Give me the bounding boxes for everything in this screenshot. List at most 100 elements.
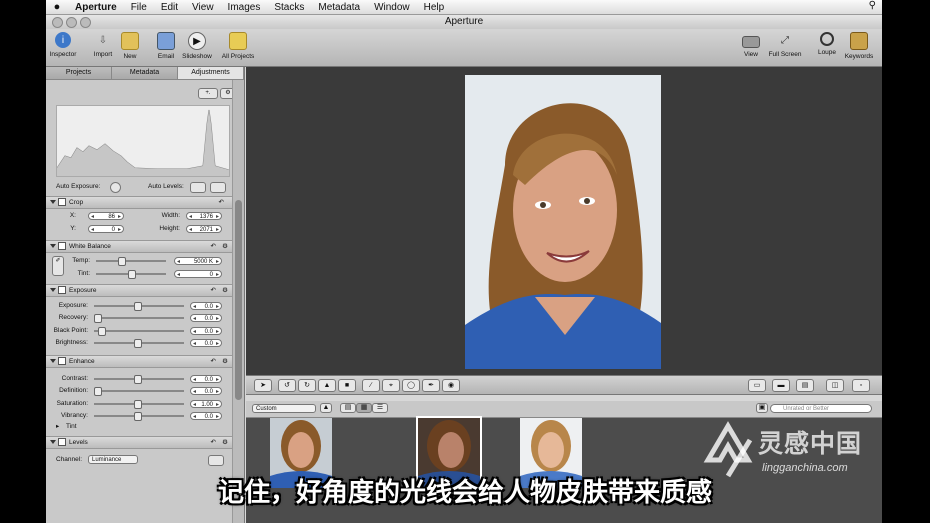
tint-slider[interactable] <box>96 270 166 279</box>
inspector-button[interactable]: i Inspector <box>48 32 78 58</box>
close-window-button[interactable] <box>52 17 63 28</box>
enhance-header[interactable]: Enhance ↶ ⚙ <box>46 355 232 368</box>
crop-height-field[interactable]: 2071 <box>186 225 222 234</box>
crop-header[interactable]: Crop ↶ <box>46 196 232 209</box>
slider-knob[interactable] <box>98 327 106 336</box>
black-point-field[interactable]: 0.0 <box>190 327 222 336</box>
temp-slider[interactable] <box>96 257 166 266</box>
tab-adjustments[interactable]: Adjustments <box>178 67 244 79</box>
add-adjustment-button[interactable]: +. <box>198 88 218 99</box>
straighten-tool-icon[interactable]: ∕ <box>362 379 380 392</box>
filmstrip-view-icon[interactable]: ▫ <box>852 379 870 392</box>
keywords-button[interactable]: Keywords <box>842 32 876 60</box>
levels-options-button[interactable] <box>208 455 224 466</box>
zoom-window-button[interactable] <box>80 17 91 28</box>
gear-icon[interactable]: ⚙ <box>222 241 228 252</box>
slider-knob[interactable] <box>94 314 102 323</box>
portrait-photo[interactable] <box>465 75 661 369</box>
filter-hud-icon[interactable]: ▣ <box>756 403 768 413</box>
slider-knob[interactable] <box>134 412 142 421</box>
brightness-field[interactable]: 0.0 <box>190 339 222 348</box>
reset-icon[interactable]: ↶ <box>211 285 216 296</box>
disclosure-triangle-icon[interactable] <box>50 244 56 249</box>
gear-icon[interactable]: ⚙ <box>222 356 228 367</box>
select-tool-icon[interactable]: ➤ <box>254 379 272 392</box>
tab-metadata[interactable]: Metadata <box>112 67 178 79</box>
rotate-right-icon[interactable]: ↻ <box>298 379 316 392</box>
menu-edit[interactable]: Edit <box>154 2 185 13</box>
slider-knob[interactable] <box>134 375 142 384</box>
menu-metadata[interactable]: Metadata <box>311 2 367 13</box>
eye-tool-icon[interactable]: ◉ <box>442 379 460 392</box>
full-screen-button[interactable]: ⤢ Full Screen <box>766 32 804 59</box>
spotlight-search-icon[interactable]: ⚲ <box>869 0 876 11</box>
scrollbar-thumb[interactable] <box>235 200 242 400</box>
slider-knob[interactable] <box>134 400 142 409</box>
reset-icon[interactable]: ↶ <box>219 197 224 208</box>
exposure-field[interactable]: 0.0 <box>190 302 222 311</box>
temp-field[interactable]: 5000 K <box>174 257 222 266</box>
inspector-scrollbar[interactable] <box>232 80 244 523</box>
menu-file[interactable]: File <box>124 2 154 13</box>
definition-field[interactable]: 0.0 <box>190 387 222 396</box>
lift-tool-icon[interactable]: ▲ <box>318 379 336 392</box>
auto-levels-luminance-button[interactable] <box>190 182 206 193</box>
sort-select[interactable]: Custom <box>252 404 316 413</box>
disclosure-triangle-icon[interactable] <box>50 200 56 205</box>
stamp-tool-icon[interactable]: ■ <box>338 379 356 392</box>
levels-header[interactable]: Levels ↶ ⚙ <box>46 436 232 449</box>
view-button[interactable]: View <box>740 32 762 58</box>
split-view-icon[interactable]: ▬ <box>772 379 790 392</box>
multi-view-icon[interactable]: ◫ <box>826 379 844 392</box>
crop-x-field[interactable]: 86 <box>88 212 124 221</box>
slider-knob[interactable] <box>128 270 136 279</box>
rotate-left-icon[interactable]: ↺ <box>278 379 296 392</box>
exposure-header[interactable]: Exposure ↶ ⚙ <box>46 284 232 297</box>
tab-projects[interactable]: Projects <box>46 67 112 79</box>
saturation-field[interactable]: 1.00 <box>190 400 222 409</box>
enhance-checkbox[interactable] <box>58 356 66 365</box>
slideshow-button[interactable]: ▶ Slideshow <box>180 32 214 60</box>
contrast-slider[interactable] <box>94 375 184 384</box>
slider-knob[interactable] <box>134 302 142 311</box>
menu-window[interactable]: Window <box>367 2 417 13</box>
vibrancy-field[interactable]: 0.0 <box>190 412 222 421</box>
all-projects-button[interactable]: All Projects <box>218 32 258 60</box>
disclosure-triangle-icon[interactable] <box>50 359 56 364</box>
gear-icon[interactable]: ⚙ <box>222 285 228 296</box>
minimize-window-button[interactable] <box>66 17 77 28</box>
definition-slider[interactable] <box>94 387 184 396</box>
disclosure-triangle-icon[interactable] <box>50 440 56 445</box>
levels-checkbox[interactable] <box>58 437 66 446</box>
vibrancy-slider[interactable] <box>94 412 184 421</box>
loupe-button[interactable]: Loupe <box>816 32 838 56</box>
recovery-field[interactable]: 0.0 <box>190 314 222 323</box>
tint-disclosure-row[interactable]: ▸ Tint <box>50 421 230 433</box>
disclosure-triangle-right-icon[interactable]: ▸ <box>56 421 59 433</box>
gear-icon[interactable]: ⚙ <box>222 437 228 448</box>
browser-view-icon[interactable]: ▤ <box>796 379 814 392</box>
auto-levels-rgb-button[interactable] <box>210 182 226 193</box>
crop-width-field[interactable]: 1376 <box>186 212 222 221</box>
filter-search-input[interactable]: Unrated or Better <box>770 404 872 413</box>
crop-tool-icon[interactable]: ⌖ <box>382 379 400 392</box>
crop-y-field[interactable]: 0 <box>88 225 124 234</box>
menu-help[interactable]: Help <box>417 2 452 13</box>
exposure-slider[interactable] <box>94 302 184 311</box>
viewer-mode-icon[interactable]: ▭ <box>748 379 766 392</box>
recovery-slider[interactable] <box>94 314 184 323</box>
saturation-slider[interactable] <box>94 400 184 409</box>
slider-knob[interactable] <box>134 339 142 348</box>
auto-exposure-button[interactable] <box>110 182 121 193</box>
menu-view[interactable]: View <box>185 2 221 13</box>
white-balance-header[interactable]: White Balance ↶ ⚙ <box>46 240 232 253</box>
list-view-icon[interactable]: ▤ <box>340 403 356 413</box>
redeye-tool-icon[interactable]: ◯ <box>402 379 420 392</box>
brightness-slider[interactable] <box>94 339 184 348</box>
menu-images[interactable]: Images <box>221 2 268 13</box>
white-balance-checkbox[interactable] <box>58 241 66 250</box>
crop-checkbox[interactable] <box>58 197 66 206</box>
grid-view-icon[interactable]: ▦ <box>356 403 372 413</box>
exposure-checkbox[interactable] <box>58 285 66 294</box>
slider-knob[interactable] <box>94 387 102 396</box>
